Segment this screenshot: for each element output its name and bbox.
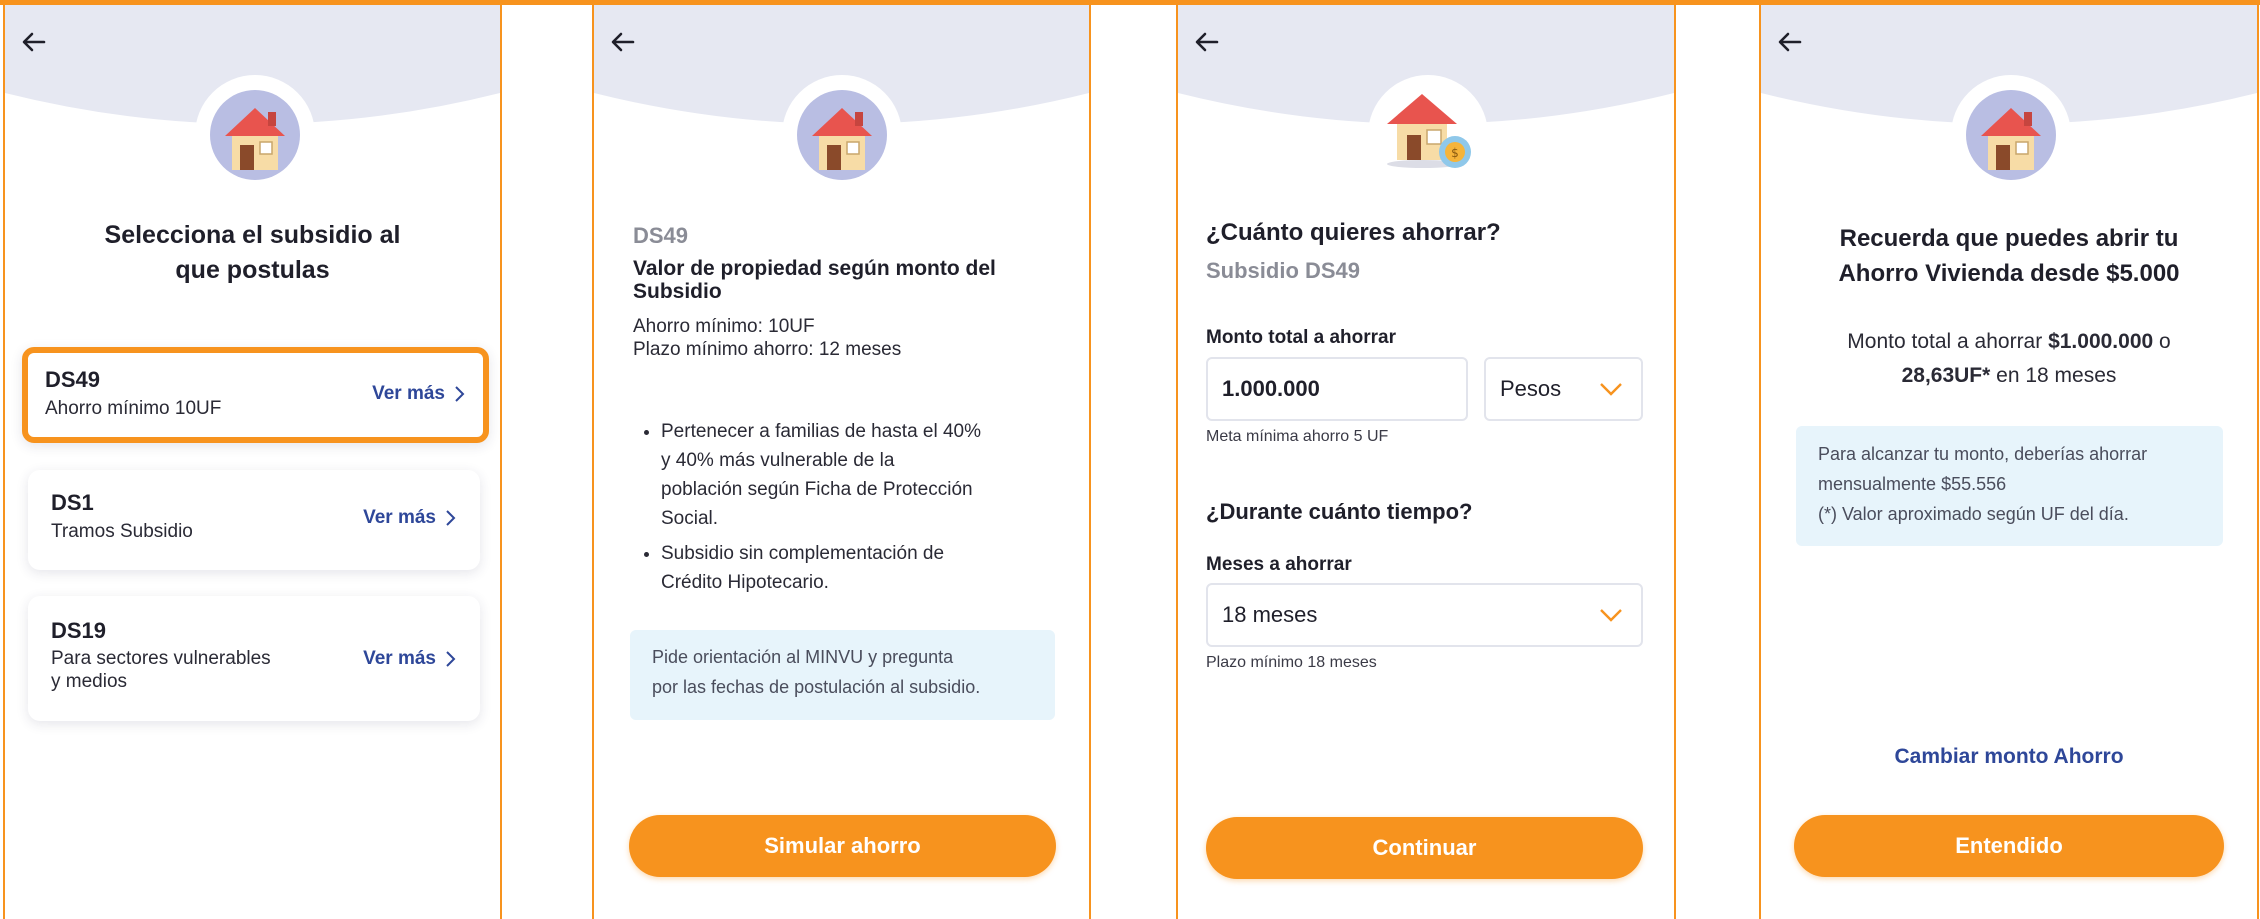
chevron-right-icon — [455, 386, 465, 402]
detail-requirements: Ahorro mínimo: 10UF Plazo mínimo ahorro:… — [633, 316, 902, 360]
simulate-savings-button[interactable]: Simular ahorro — [629, 815, 1056, 877]
house-icon — [225, 108, 285, 170]
subsidy-card-ds49[interactable]: DS49 Ahorro mínimo 10UF Ver más — [22, 347, 489, 443]
arrow-left-icon[interactable] — [19, 27, 49, 57]
subsidy-description: Para sectores vulnerables y medios — [51, 648, 271, 692]
change-amount-link[interactable]: Cambiar monto Ahorro — [1761, 745, 2257, 769]
house-coin-icon: $ — [1387, 94, 1471, 168]
house-avatar — [782, 75, 902, 195]
house-avatar: $ — [1368, 75, 1488, 195]
subsidy-description: Ahorro mínimo 10UF — [45, 398, 222, 419]
house-icon — [1981, 108, 2041, 170]
arrow-left-icon[interactable] — [1775, 27, 1805, 57]
info-box: Para alcanzar tu monto, deberías ahorrar… — [1796, 426, 2223, 546]
screen-savings-summary: Recuerda que puedes abrir tu Ahorro Vivi… — [1759, 5, 2259, 919]
house-avatar — [1951, 75, 2071, 195]
subsidy-code: DS1 — [51, 490, 94, 515]
subsidy-card-ds1[interactable]: DS1 Tramos Subsidio Ver más — [28, 470, 480, 570]
form-title: ¿Cuánto quieres ahorrar? — [1206, 219, 1501, 246]
screen-select-subsidy: Selecciona el subsidio al que postulas D… — [3, 5, 502, 919]
page-title: Selecciona el subsidio al que postulas — [104, 221, 401, 284]
amount-hint: Meta mínima ahorro 5 UF — [1206, 428, 1389, 445]
arrow-left-icon[interactable] — [1192, 27, 1222, 57]
ver-mas-link[interactable]: Ver más — [363, 648, 456, 670]
months-label: Meses a ahorrar — [1206, 554, 1352, 575]
subsidy-code: DS49 — [45, 367, 101, 392]
list-item: Subsidio sin complementación de Crédito … — [661, 539, 1033, 597]
requirements-list: Pertenecer a familias de hasta el 40% y … — [633, 417, 1033, 603]
currency-select[interactable]: Pesos — [1484, 357, 1643, 421]
amount-label: Monto total a ahorrar — [1206, 327, 1397, 348]
summary-title: Recuerda que puedes abrir tu Ahorro Vivi… — [1838, 225, 2180, 287]
months-select[interactable]: 18 meses — [1206, 583, 1643, 647]
form-subtitle: Subsidio DS49 — [1206, 258, 1361, 283]
house-avatar — [195, 75, 315, 195]
list-item: Pertenecer a familias de hasta el 40% y … — [661, 417, 1033, 533]
arrow-left-icon[interactable] — [608, 27, 638, 57]
screen-savings-form: $ ¿Cuánto quieres ahorrar? Subsidio DS49… — [1176, 5, 1676, 919]
subsidy-code: DS19 — [51, 618, 107, 643]
chevron-right-icon — [446, 651, 456, 667]
house-icon — [812, 108, 872, 170]
detail-heading: Valor de propiedad según monto del Subsi… — [633, 257, 996, 303]
months-hint: Plazo mínimo 18 meses — [1206, 654, 1377, 671]
ver-mas-link[interactable]: Ver más — [372, 383, 465, 405]
continue-button[interactable]: Continuar — [1206, 817, 1643, 879]
info-box: Pide orientación al MINVU y pregunta por… — [630, 630, 1055, 720]
subsidy-code: DS49 — [633, 223, 689, 248]
svg-text:$: $ — [1451, 146, 1459, 160]
chevron-down-icon — [1600, 383, 1622, 396]
screen-subsidy-detail: DS49 Valor de propiedad según monto del … — [592, 5, 1091, 919]
amount-input[interactable]: 1.000.000 — [1206, 357, 1468, 421]
subsidy-card-ds19[interactable]: DS19 Para sectores vulnerables y medios … — [28, 596, 480, 721]
chevron-right-icon — [446, 510, 456, 526]
subsidy-description: Tramos Subsidio — [51, 521, 193, 542]
chevron-down-icon — [1600, 609, 1622, 622]
understood-button[interactable]: Entendido — [1794, 815, 2224, 877]
duration-title: ¿Durante cuánto tiempo? — [1206, 499, 1473, 524]
ver-mas-link[interactable]: Ver más — [363, 507, 456, 529]
summary-text: Monto total a ahorrar $1.000.000 o 28,63… — [1847, 330, 2171, 387]
